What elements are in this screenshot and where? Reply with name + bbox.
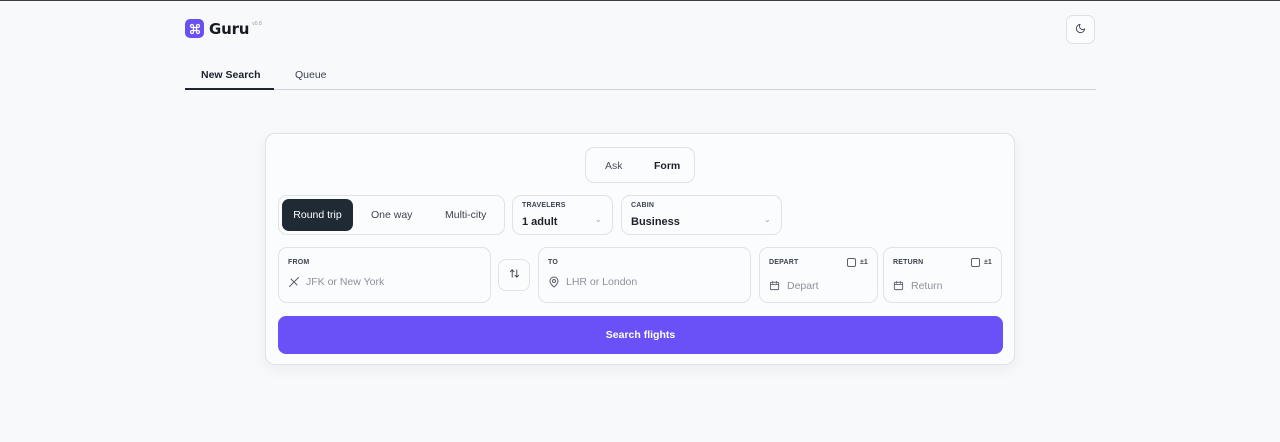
trip-one-way[interactable]: One way [371,209,412,221]
app-name[interactable]: Guru [209,20,249,38]
depart-input[interactable]: Depart [787,280,819,292]
from-label: FROM [288,259,310,266]
travelers-value: 1 adult [522,216,558,228]
calendar-icon [893,280,904,291]
cabin-value: Business [631,216,680,228]
return-flex-checkbox[interactable] [971,258,980,267]
swap-arrows-icon [509,266,520,284]
main-tabs: New Search Queue [185,64,1096,90]
travelers-label: TRAVELERS [522,202,566,209]
trip-type-selector: Round trip One way Multi-city [278,195,505,235]
return-field[interactable]: RETURN ±1 Return [883,247,1002,303]
map-pin-icon [548,276,560,288]
trip-multi-city[interactable]: Multi-city [445,209,486,221]
chevron-down-icon: ⌄ [764,215,771,224]
calendar-icon [769,280,780,291]
search-flights-button[interactable]: Search flights [278,316,1003,354]
depart-flex-checkbox[interactable] [847,258,856,267]
to-input[interactable]: LHR or London [566,276,637,288]
app-header: Guru v0.8 [185,19,262,38]
mode-form[interactable]: Form [654,160,680,172]
depart-field[interactable]: DEPART ±1 Depart [759,247,878,303]
from-input[interactable]: JFK or New York [306,276,384,288]
tab-new-search[interactable]: New Search [201,69,261,81]
return-flex-label: ±1 [984,259,992,266]
moon-icon [1075,21,1086,39]
theme-toggle-button[interactable] [1066,15,1095,44]
tab-queue[interactable]: Queue [295,69,327,81]
trip-round-trip[interactable]: Round trip [282,199,353,231]
swap-airports-button[interactable] [498,259,530,291]
return-flex-toggle[interactable]: ±1 [971,258,992,267]
mode-ask[interactable]: Ask [605,160,623,172]
travelers-select[interactable]: TRAVELERS 1 adult ⌄ [512,195,613,235]
to-field[interactable]: TO LHR or London [538,247,751,303]
command-icon[interactable] [185,19,204,38]
app-version: v0.8 [252,21,262,27]
to-label: TO [548,259,558,266]
from-field[interactable]: FROM JFK or New York [278,247,491,303]
active-tab-indicator [185,88,274,90]
search-form-card: Ask Form Round trip One way Multi-city T… [265,133,1015,365]
depart-flex-label: ±1 [860,259,868,266]
cabin-label: CABIN [631,202,655,209]
mode-toggle: Ask Form [585,147,695,183]
plane-departure-icon [288,276,300,288]
cabin-select[interactable]: CABIN Business ⌄ [621,195,782,235]
depart-flex-toggle[interactable]: ±1 [847,258,868,267]
depart-label: DEPART [769,259,799,266]
chevron-down-icon: ⌄ [595,215,602,224]
return-input[interactable]: Return [911,280,943,292]
return-label: RETURN [893,259,924,266]
